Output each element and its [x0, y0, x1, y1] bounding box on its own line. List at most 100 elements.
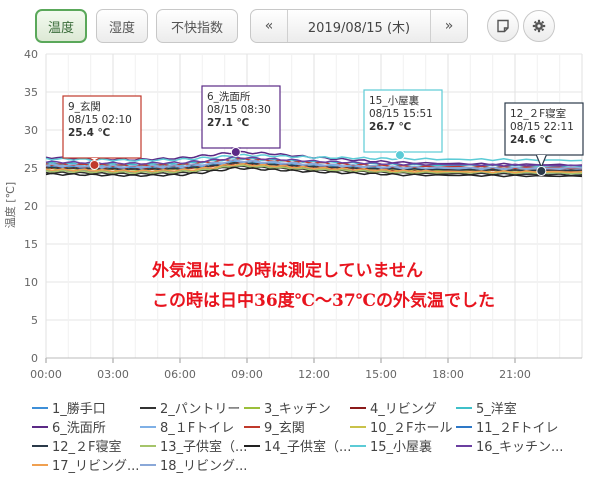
legend-item[interactable]: 17_リビング... [32, 455, 139, 474]
legend-label: 8_１Fトイレ [160, 421, 235, 436]
legend-swatch [456, 425, 472, 428]
tooltip-1: 9_玄関08/15 02:1025.4 ℃ [62, 95, 142, 170]
y-axis-label: 温度 [℃] [3, 182, 17, 228]
legend-swatch [350, 406, 366, 409]
legend-swatch [140, 425, 156, 428]
x-tick-label: 00:00 [30, 368, 62, 381]
legend-label: 15_小屋裏 [370, 440, 433, 455]
x-tick-label: 09:00 [231, 368, 263, 381]
tab-temperature[interactable]: 温度 [35, 9, 87, 43]
y-tick-label: 5 [31, 314, 38, 327]
y-tick-label: 35 [24, 86, 38, 99]
x-tick-label: 21:00 [499, 368, 531, 381]
legend-item[interactable]: 12_２F寝室 [32, 436, 122, 455]
legend-swatch [140, 463, 156, 466]
y-tick-label: 30 [24, 124, 38, 137]
legend-item[interactable]: 15_小屋裏 [350, 436, 432, 455]
tooltip-value: 24.6 ℃ [510, 134, 552, 146]
note-button[interactable] [487, 10, 519, 42]
y-tick-label: 20 [24, 200, 38, 213]
legend-label: 3_キッチン [264, 402, 331, 417]
annotation-line-1: 外気温はこの時は測定していません [152, 260, 423, 281]
tooltip-value: 26.7 ℃ [369, 121, 411, 133]
tooltip-value: 27.1 ℃ [207, 117, 249, 129]
tooltip-3: 15_小屋裏08/15 15:5126.7 ℃ [363, 89, 443, 161]
tab-humidity[interactable]: 湿度 [96, 9, 148, 43]
legend-label: 10_２Fホール [370, 421, 453, 436]
legend-swatch [32, 444, 48, 447]
tooltip-marker [536, 166, 547, 177]
date-label[interactable]: 2019/08/15 (木) [287, 10, 431, 42]
x-tick-label: 12:00 [298, 368, 330, 381]
x-tick-label: 15:00 [365, 368, 397, 381]
x-tick-label: 18:00 [432, 368, 464, 381]
date-navigator: « 2019/08/15 (木) » [250, 9, 468, 43]
legend-swatch [456, 406, 472, 409]
legend-swatch [456, 444, 472, 447]
legend-item[interactable]: 13_子供室（... [140, 436, 247, 455]
next-day-button[interactable]: » [431, 10, 467, 42]
legend-label: 14_子供室（... [264, 440, 352, 455]
legend-item[interactable]: 6_洗面所 [32, 417, 106, 436]
tab-discomfort-index[interactable]: 不快指数 [156, 9, 238, 43]
legend-item[interactable]: 1_勝手口 [32, 398, 106, 417]
legend-item[interactable]: 14_子供室（... [244, 436, 351, 455]
legend-swatch [32, 425, 48, 428]
legend-label: 9_玄関 [264, 421, 305, 436]
legend-item[interactable]: 18_リビング... [140, 455, 247, 474]
legend-swatch [244, 425, 260, 428]
tooltip-marker [394, 150, 405, 161]
legend-label: 11_２Fトイレ [476, 421, 559, 436]
y-tick-label: 0 [31, 352, 38, 365]
y-tick-label: 40 [24, 50, 38, 61]
legend-label: 6_洗面所 [52, 421, 106, 436]
legend-swatch [350, 444, 366, 447]
tooltip-marker [89, 159, 100, 170]
legend-swatch [350, 425, 366, 428]
settings-button[interactable] [523, 10, 555, 42]
legend-item[interactable]: 16_キッチン... [456, 436, 563, 455]
y-axis-ticks: 0 5 10 15 20 25 30 35 40 [24, 50, 38, 365]
temperature-chart: 0 5 10 15 20 25 30 35 40 00:00 03:00 06:00 09:00 12:… [3, 50, 584, 381]
tooltip-time: 08/15 15:51 [369, 108, 433, 120]
legend-item[interactable]: 8_１Fトイレ [140, 417, 234, 436]
legend-item[interactable]: 5_洋室 [456, 398, 517, 417]
legend-item[interactable]: 9_玄関 [244, 417, 305, 436]
y-tick-label: 25 [24, 162, 38, 175]
legend-label: 16_キッチン... [476, 440, 564, 455]
legend-label: 4_リビング [370, 402, 437, 417]
legend-swatch [32, 463, 48, 466]
tooltip-series-name: 6_洗面所 [207, 91, 251, 103]
legend-item[interactable]: 11_２Fトイレ [456, 417, 559, 436]
toolbar: 温度 湿度 不快指数 « 2019/08/15 (木) » [0, 0, 600, 50]
tooltip-time: 08/15 08:30 [207, 104, 271, 116]
legend-swatch [32, 406, 48, 409]
tooltip-marker [230, 147, 241, 158]
tooltip-2: 6_洗面所08/15 08:3027.1 ℃ [201, 85, 281, 158]
legend-item[interactable]: 4_リビング [350, 398, 437, 417]
legend-label: 18_リビング... [160, 459, 248, 474]
annotation-line-2: この時は日中36度℃～37℃の外気温でした [152, 290, 495, 311]
gear-icon [532, 19, 546, 33]
tooltip-time: 08/15 02:10 [68, 114, 132, 126]
note-icon [497, 19, 509, 33]
legend-swatch [140, 444, 156, 447]
legend-label: 13_子供室（... [160, 440, 248, 455]
legend-swatch [244, 406, 260, 409]
legend-item[interactable]: 3_キッチン [244, 398, 331, 417]
legend-label: 1_勝手口 [52, 402, 106, 417]
legend-item[interactable]: 2_パントリー [140, 398, 240, 417]
legend-item[interactable]: 10_２Fホール [350, 417, 453, 436]
y-tick-label: 10 [24, 276, 38, 289]
legend-label: 12_２F寝室 [52, 440, 122, 455]
legend-swatch [244, 444, 260, 447]
tooltip-value: 25.4 ℃ [68, 127, 110, 139]
x-tick-label: 03:00 [97, 368, 129, 381]
x-tick-label: 06:00 [164, 368, 196, 381]
tooltip-series-name: 9_玄関 [68, 100, 101, 113]
prev-day-button[interactable]: « [251, 10, 287, 42]
tooltip-series-name: 12_２F寝室 [510, 107, 566, 120]
tooltip-series-name: 15_小屋裏 [369, 94, 420, 107]
legend-label: 17_リビング... [52, 459, 140, 474]
y-tick-label: 15 [24, 238, 38, 251]
